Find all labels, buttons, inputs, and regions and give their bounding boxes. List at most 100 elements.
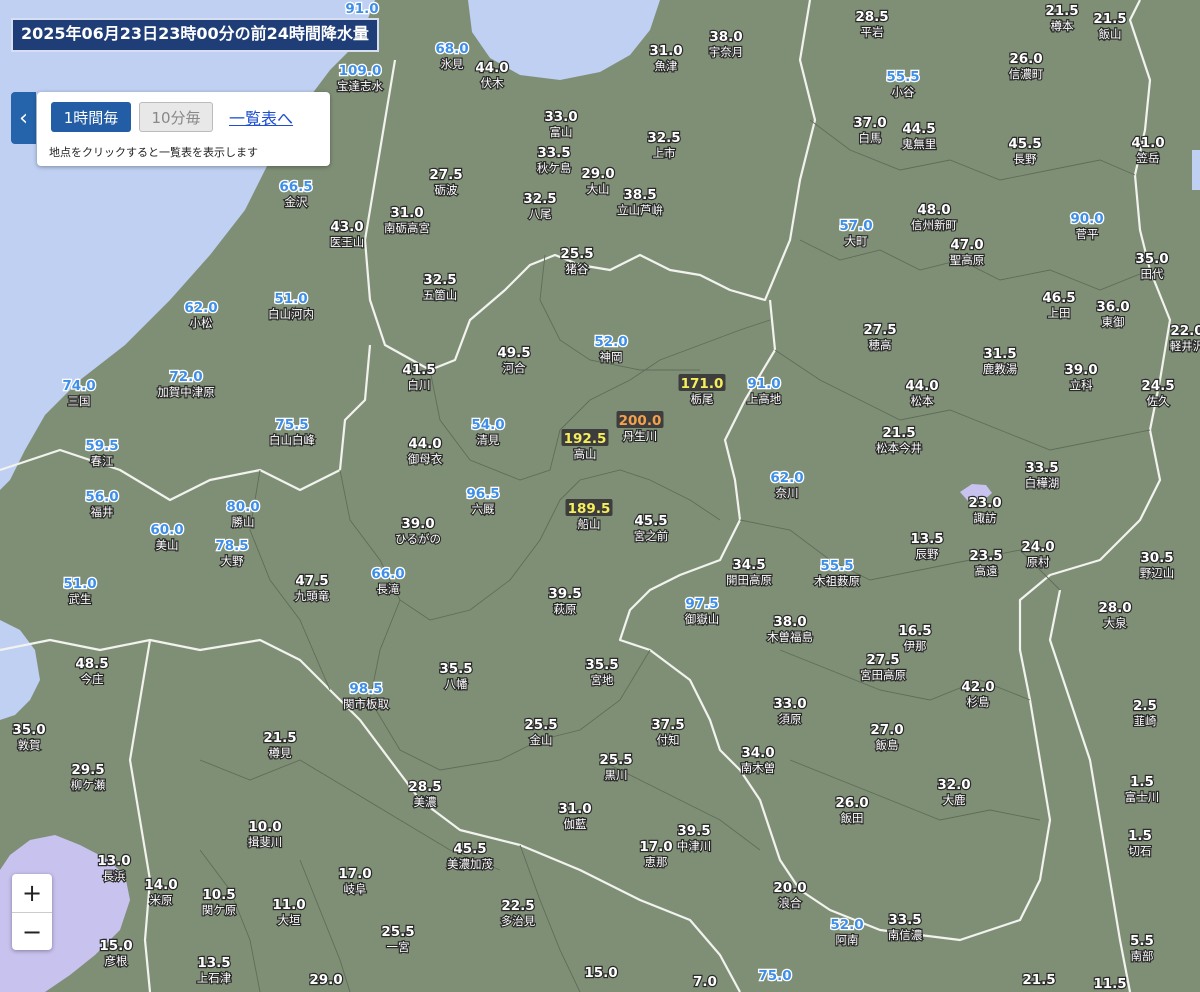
station-name: 杉島 <box>967 695 990 709</box>
station-御母衣[interactable]: 44.0御母衣 <box>407 435 444 467</box>
station-unnamed[interactable]: 7.0 <box>692 973 718 991</box>
map-title: 2025年06月23日23時00分の前24時間降水量 <box>11 18 379 52</box>
station-上高地[interactable]: 91.0上高地 <box>746 375 783 408</box>
station-value: 192.5 <box>564 431 607 447</box>
station-開田高原[interactable]: 34.5開田高原 <box>725 556 773 588</box>
station-信州新町[interactable]: 48.0信州新町 <box>910 201 959 233</box>
station-揖斐川[interactable]: 10.0揖斐川 <box>247 818 284 850</box>
station-name: 岐阜 <box>344 882 367 896</box>
station-丹生川[interactable]: 200.0丹生川 <box>616 411 664 444</box>
station-value: 10.5 <box>202 887 235 903</box>
station-医王山[interactable]: 43.0医王山 <box>329 218 366 250</box>
station-九頭竜[interactable]: 47.5九頭竜 <box>294 572 331 604</box>
station-name: 宮之前 <box>634 529 669 543</box>
station-白樺湖[interactable]: 33.5白樺湖 <box>1024 459 1061 491</box>
station-unnamed[interactable]: 29.0 <box>308 971 344 989</box>
station-立山芦峅[interactable]: 38.5立山芦峅 <box>616 186 665 218</box>
station-name: 上田 <box>1048 306 1071 320</box>
station-name: 今庄 <box>81 672 104 686</box>
station-value: 42.0 <box>961 679 994 695</box>
station-unnamed[interactable]: 75.0 <box>757 967 793 986</box>
station-name: 猪谷 <box>566 262 589 276</box>
station-韮崎[interactable]: 2.5韮崎 <box>1132 697 1158 729</box>
station-value: 34.0 <box>741 745 774 761</box>
station-unnamed[interactable]: 11.5 <box>1092 975 1128 992</box>
station-信濃町[interactable]: 26.0信濃町 <box>1008 50 1045 82</box>
station-value: 27.5 <box>429 167 462 183</box>
station-松本今井[interactable]: 21.5松本今井 <box>875 424 923 456</box>
station-name: 長滝 <box>377 582 400 596</box>
station-上石津[interactable]: 13.5上石津 <box>196 954 233 986</box>
station-白山河内[interactable]: 51.0白山河内 <box>267 290 315 323</box>
station-name: 諏訪 <box>974 511 997 525</box>
station-南砺高宮[interactable]: 31.0南砺高宮 <box>383 204 431 236</box>
station-切石[interactable]: 1.5切石 <box>1127 827 1153 859</box>
station-name: 砺波 <box>435 183 458 197</box>
station-御嶽山[interactable]: 97.5御嶽山 <box>684 595 721 628</box>
station-name: 軽井沢 <box>1170 339 1200 353</box>
ten-minute-button[interactable]: 10分毎 <box>139 102 213 132</box>
station-五箇山[interactable]: 32.5五箇山 <box>422 271 459 303</box>
station-木曽福島[interactable]: 38.0木曽福島 <box>766 613 814 645</box>
station-unnamed[interactable]: 21.5 <box>1021 971 1057 989</box>
station-unnamed[interactable]: 91.0 <box>344 0 380 18</box>
station-南信濃[interactable]: 33.5南信濃 <box>887 911 924 943</box>
station-name: 白山河内 <box>268 307 314 321</box>
station-value: 20.0 <box>773 880 806 896</box>
station-name: 宝達志水 <box>337 79 383 93</box>
station-value: 52.0 <box>594 334 627 350</box>
station-南部[interactable]: 5.5南部 <box>1129 932 1155 964</box>
station-柳ケ瀬[interactable]: 29.5柳ケ瀬 <box>70 761 107 793</box>
station-value: 31.0 <box>649 43 682 59</box>
station-name: 大野 <box>221 554 244 568</box>
zoom-out-button[interactable]: − <box>12 913 52 951</box>
station-value: 39.0 <box>401 516 434 532</box>
station-野辺山[interactable]: 30.5野辺山 <box>1139 549 1176 581</box>
station-name: 上高地 <box>747 392 782 406</box>
station-name: 白馬 <box>859 131 882 145</box>
station-白山白峰[interactable]: 75.5白山白峰 <box>268 416 317 449</box>
station-南木曽[interactable]: 34.0南木曽 <box>740 744 777 776</box>
station-value: 33.0 <box>773 696 806 712</box>
station-ひるがの[interactable]: 39.0ひるがの <box>394 515 442 547</box>
station-鹿教湯[interactable]: 31.5鹿教湯 <box>982 345 1019 377</box>
station-name: 小谷 <box>892 85 915 99</box>
station-value: 66.5 <box>279 179 312 195</box>
station-宝達志水[interactable]: 109.0宝達志水 <box>336 62 385 95</box>
station-name: 韮崎 <box>1134 714 1157 728</box>
station-name: 神岡 <box>600 350 623 364</box>
station-unnamed[interactable]: 15.0 <box>583 964 619 982</box>
station-value: 44.5 <box>902 121 935 137</box>
station-鬼無里[interactable]: 44.5鬼無里 <box>901 120 938 152</box>
station-name: 上石津 <box>197 971 232 985</box>
station-宮田高原[interactable]: 27.5宮田高原 <box>859 651 907 683</box>
chevron-left-icon[interactable]: ‹ <box>11 92 36 144</box>
station-宮之前[interactable]: 45.5宮之前 <box>633 512 670 544</box>
station-name: 樽本 <box>1051 19 1074 33</box>
station-value: 32.0 <box>937 777 970 793</box>
station-木祖薮原[interactable]: 55.5木祖薮原 <box>813 557 861 590</box>
list-table-link[interactable]: 一覧表へ <box>229 105 293 129</box>
station-name: 高遠 <box>975 564 998 578</box>
station-関ケ原[interactable]: 10.5関ケ原 <box>201 886 238 918</box>
station-秋ケ島[interactable]: 33.5秋ケ島 <box>536 144 573 176</box>
station-聖高原[interactable]: 47.0聖高原 <box>949 236 986 268</box>
station-name: 丹生川 <box>623 429 658 443</box>
station-宇奈月[interactable]: 38.0宇奈月 <box>708 28 745 60</box>
station-value: 80.0 <box>226 499 259 515</box>
hourly-button[interactable]: 1時間毎 <box>51 102 131 132</box>
station-value: 35.5 <box>585 657 618 673</box>
station-name: 御嶽山 <box>685 612 720 626</box>
station-中津川[interactable]: 39.5中津川 <box>676 822 713 854</box>
station-軽井沢[interactable]: 22.0軽井沢 <box>1169 322 1200 354</box>
station-name: 米原 <box>150 893 173 907</box>
station-多治見[interactable]: 22.5多治見 <box>500 897 537 929</box>
station-name: 立山芦峅 <box>617 203 663 217</box>
station-美濃加茂[interactable]: 45.5美濃加茂 <box>446 840 495 872</box>
station-関市板取[interactable]: 98.5関市板取 <box>342 680 391 713</box>
station-value: 38.5 <box>623 187 656 203</box>
station-value: 26.0 <box>1009 51 1042 67</box>
station-value: 21.5 <box>882 425 915 441</box>
zoom-in-button[interactable]: + <box>12 874 52 912</box>
station-value: 35.0 <box>1135 251 1168 267</box>
